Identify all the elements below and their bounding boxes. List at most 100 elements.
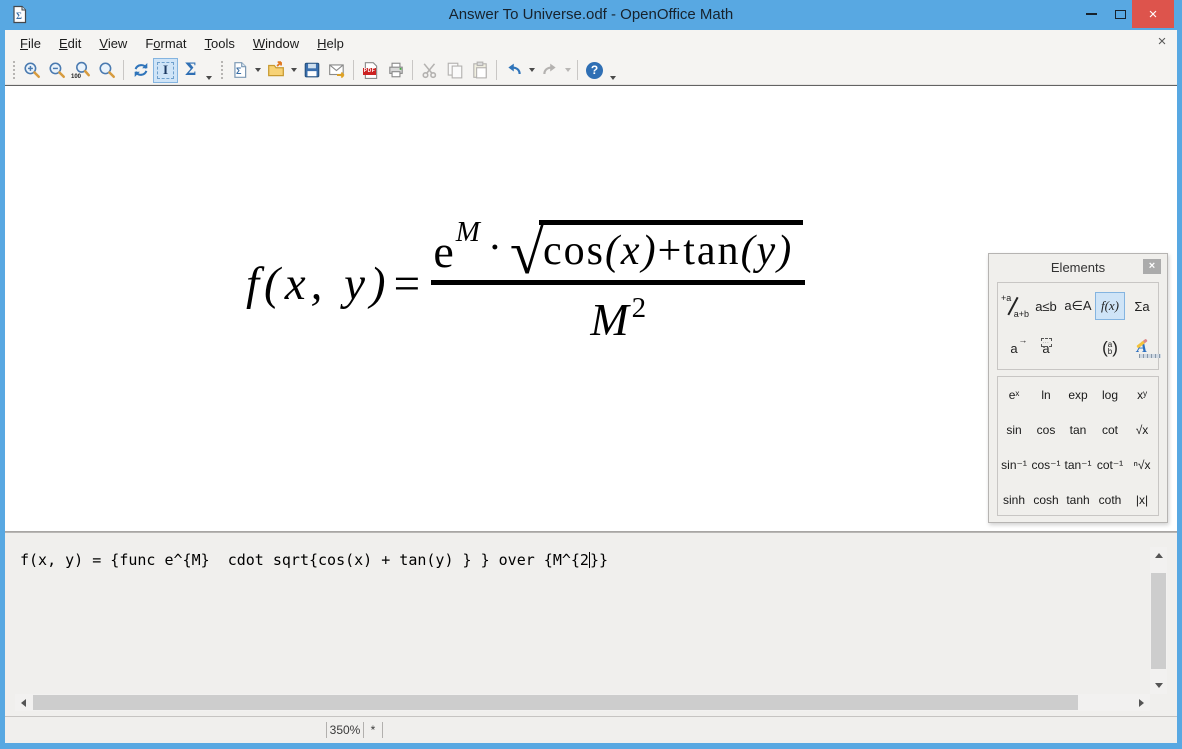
window-title: Answer To Universe.odf - OpenOffice Math — [0, 0, 1182, 30]
refresh-button[interactable] — [128, 58, 153, 83]
copy-button[interactable] — [442, 58, 467, 83]
refresh-icon — [132, 61, 150, 79]
export-pdf-button[interactable]: PDF — [358, 58, 383, 83]
category-functions[interactable]: f(x) — [1095, 292, 1125, 320]
function-tanh[interactable]: tanh — [1066, 493, 1089, 507]
function-sin[interactable]: sin — [1006, 423, 1021, 437]
maximize-icon — [1115, 10, 1126, 19]
commands-text[interactable]: f(x, y) = {func e^{M} cdot sqrt{cos(x) +… — [20, 551, 608, 569]
minimize-button[interactable] — [1076, 0, 1106, 28]
formula-cursor-icon: I — [157, 62, 174, 79]
category-set-operations[interactable]: a∈A — [1063, 292, 1093, 320]
radical-sign: √ — [510, 229, 544, 279]
new-dropdown-button[interactable] — [252, 58, 263, 83]
category-unary-binary-operators[interactable]: +aa+b — [999, 292, 1029, 320]
formula-cursor-button[interactable]: I — [153, 58, 178, 83]
zoom-in-button[interactable] — [19, 58, 44, 83]
cut-button[interactable] — [417, 58, 442, 83]
minimize-icon — [1086, 13, 1097, 15]
function-coth[interactable]: coth — [1099, 493, 1122, 507]
menu-file[interactable]: File — [11, 32, 50, 55]
copy-icon — [446, 61, 464, 79]
chevron-down-icon — [529, 68, 535, 72]
category-brackets[interactable]: (ab) — [1095, 334, 1125, 362]
toolbar-overflow-button-2[interactable] — [607, 58, 620, 83]
window-border-bottom — [0, 743, 1182, 749]
toolbar-separator — [496, 60, 497, 80]
menu-view[interactable]: View — [90, 32, 136, 55]
catalog-symbols-button[interactable]: Σ — [178, 58, 203, 83]
category-operators[interactable]: Σa — [1127, 292, 1157, 320]
function-absolute-value[interactable]: |x| — [1136, 493, 1148, 507]
paste-clipboard-icon — [471, 61, 489, 79]
scroll-right-button[interactable] — [1133, 694, 1150, 711]
function-exp[interactable]: exp — [1068, 388, 1087, 402]
menu-tools[interactable]: Tools — [196, 32, 244, 55]
elements-panel-close-button[interactable]: × — [1143, 259, 1161, 274]
toolbar-overflow-button[interactable] — [203, 58, 216, 83]
relations-icon: a≤b — [1035, 299, 1057, 314]
pdf-label: PDF — [363, 68, 376, 75]
redo-dropdown-button[interactable] — [562, 58, 573, 83]
function-nth-root[interactable]: ⁿ√x — [1134, 458, 1151, 472]
print-button[interactable] — [383, 58, 408, 83]
function-sinh[interactable]: sinh — [1003, 493, 1025, 507]
function-ln[interactable]: ln — [1041, 388, 1050, 402]
open-folder-icon — [267, 61, 285, 79]
maximize-button[interactable] — [1106, 0, 1134, 28]
ruler-icon — [1139, 354, 1161, 358]
zoom-level-indicator[interactable]: 350% — [327, 723, 363, 737]
elements-panel: Elements × +aa+b a≤b a∈A f(x) Σa →a a...… — [988, 253, 1168, 523]
function-cos[interactable]: cos — [1037, 423, 1056, 437]
save-button[interactable] — [299, 58, 324, 83]
category-others[interactable]: a... — [1031, 334, 1061, 362]
close-document-button[interactable]: × — [1154, 32, 1170, 52]
function-square-root[interactable]: √x — [1136, 423, 1149, 437]
menu-help[interactable]: Help — [308, 32, 353, 55]
email-document-button[interactable] — [324, 58, 349, 83]
horizontal-scrollbar[interactable] — [15, 694, 1150, 711]
function-arccos[interactable]: cos⁻¹ — [1031, 458, 1060, 472]
horizontal-scrollbar-thumb[interactable] — [33, 695, 1078, 710]
category-attributes[interactable]: →a — [999, 334, 1029, 362]
function-log[interactable]: log — [1102, 388, 1118, 402]
function-x-power-y[interactable]: xʸ — [1137, 388, 1147, 402]
function-arccot[interactable]: cot⁻¹ — [1097, 458, 1123, 472]
zoom-all-button[interactable] — [94, 58, 119, 83]
paste-button[interactable] — [467, 58, 492, 83]
toolbar-separator — [577, 60, 578, 80]
zoom-out-button[interactable] — [44, 58, 69, 83]
function-e-power-x[interactable]: eˣ — [1009, 388, 1020, 402]
category-relations[interactable]: a≤b — [1031, 292, 1061, 320]
menu-edit[interactable]: Edit — [50, 32, 90, 55]
function-arctan[interactable]: tan⁻¹ — [1064, 458, 1091, 472]
zoom-100-button[interactable]: 100 — [69, 58, 94, 83]
scroll-left-button[interactable] — [15, 694, 32, 711]
scissors-icon — [421, 61, 439, 79]
function-cot[interactable]: cot — [1102, 423, 1118, 437]
vertical-scrollbar[interactable] — [1150, 547, 1167, 694]
toolbar-grip[interactable] — [11, 61, 16, 79]
open-dropdown-button[interactable] — [288, 58, 299, 83]
email-envelope-icon — [328, 61, 346, 79]
help-button[interactable]: ? — [582, 58, 607, 83]
close-button[interactable]: × — [1132, 0, 1174, 28]
scroll-down-button[interactable] — [1150, 677, 1167, 694]
category-formats[interactable]: A — [1127, 334, 1157, 362]
scroll-up-button[interactable] — [1150, 547, 1167, 564]
function-arcsin[interactable]: sin⁻¹ — [1001, 458, 1027, 472]
unary-binary-icon: +aa+b — [1001, 294, 1027, 318]
function-cosh[interactable]: cosh — [1033, 493, 1058, 507]
rendered-formula: f(x, y)= eM·√cos(x)+tan(y) M2 — [246, 220, 805, 348]
function-tan[interactable]: tan — [1070, 423, 1087, 437]
redo-button[interactable] — [537, 58, 562, 83]
undo-dropdown-button[interactable] — [526, 58, 537, 83]
chevron-right-icon — [1139, 699, 1144, 707]
menu-window[interactable]: Window — [244, 32, 308, 55]
vertical-scrollbar-thumb[interactable] — [1151, 573, 1166, 669]
toolbar-grip-2[interactable] — [219, 61, 224, 79]
open-button[interactable] — [263, 58, 288, 83]
new-formula-button[interactable]: Σ — [227, 58, 252, 83]
menu-format[interactable]: Format — [136, 32, 195, 55]
undo-button[interactable] — [501, 58, 526, 83]
